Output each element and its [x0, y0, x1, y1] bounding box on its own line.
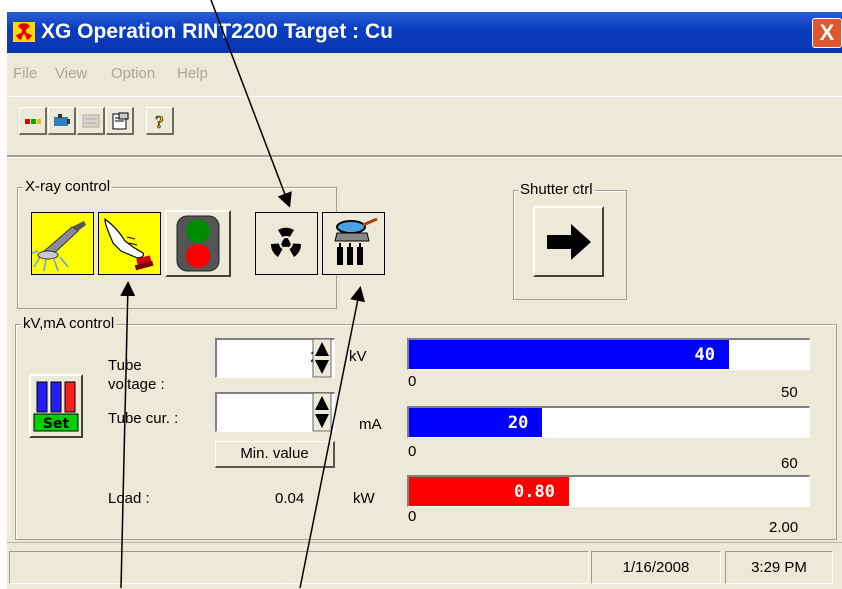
kw-bar-value: 0.80: [514, 482, 555, 502]
arrow-right-icon: [547, 224, 591, 260]
set-button[interactable]: Set: [29, 374, 83, 438]
tube-voltage-label-line2: voltage :: [108, 376, 165, 393]
close-button[interactable]: X: [812, 18, 842, 48]
help-icon: ?: [155, 112, 165, 131]
tube-voltage-label-line1: Tube: [108, 357, 142, 374]
aging-icon: [32, 221, 86, 272]
hand-on-button[interactable]: [98, 212, 161, 275]
set-icon: Set: [33, 381, 79, 432]
tube-voltage-unit: kV: [349, 348, 367, 365]
radiation-app-icon: [13, 22, 35, 42]
menu-view[interactable]: View: [55, 65, 87, 82]
radiation-icon: [270, 227, 302, 257]
ma-bar: 20: [407, 406, 810, 438]
title-bar[interactable]: XG Operation RINT2200 Target : Cu X: [7, 12, 842, 53]
connection-icon: [25, 119, 41, 124]
shutter-title: Shutter ctrl: [518, 181, 595, 198]
kw-bar-fill: 0.80: [409, 477, 569, 506]
tube-current-label: Tube cur. :: [108, 410, 179, 427]
xray-on-off-button[interactable]: [165, 210, 231, 277]
cooling-water-button[interactable]: [322, 212, 385, 275]
status-message: [9, 551, 589, 584]
status-time: 3:29 PM: [725, 551, 833, 584]
toolbar-divider: [7, 155, 842, 158]
tube-voltage-stepper[interactable]: [312, 338, 332, 378]
radiation-button[interactable]: [255, 212, 318, 275]
hand-on-icon: [104, 217, 154, 271]
traffic-light-icon: [176, 215, 220, 272]
menu-bar: File View Option Help: [7, 53, 842, 97]
status-bar: 1/16/2008 3:29 PM: [7, 542, 842, 589]
min-value-button[interactable]: Min. value: [215, 441, 335, 468]
kv-bar-value: 40: [694, 345, 715, 365]
menu-file[interactable]: File: [13, 65, 37, 82]
kv-bar-fill: 40: [409, 340, 729, 369]
menu-divider: [7, 96, 842, 97]
status-date: 1/16/2008: [591, 551, 721, 584]
kw-bar: 0.80: [407, 475, 810, 507]
help-button[interactable]: ?: [146, 107, 174, 135]
tube-current-unit: mA: [359, 416, 382, 433]
log-icon: [82, 114, 100, 128]
menu-help[interactable]: Help: [177, 65, 208, 82]
kvma-control-title: kV,mA control: [21, 315, 117, 332]
window-title: XG Operation RINT2200 Target : Cu: [41, 20, 394, 43]
xray-device-button[interactable]: [48, 107, 76, 135]
svg-text:?: ?: [155, 112, 164, 131]
kw-bar-max: 2.00: [769, 519, 799, 536]
connection-button[interactable]: [19, 107, 47, 135]
kv-bar-min: 0: [408, 373, 417, 390]
properties-icon: [112, 112, 129, 130]
ma-bar-min: 0: [408, 443, 417, 460]
kv-bar: 40: [407, 338, 810, 370]
tube-current-stepper[interactable]: [312, 392, 332, 432]
properties-button[interactable]: [106, 107, 134, 135]
menu-option[interactable]: Option: [111, 65, 155, 82]
log-button[interactable]: [77, 107, 105, 135]
kv-bar-max: 50: [781, 384, 798, 401]
shutter-button[interactable]: [533, 206, 604, 277]
ma-bar-max: 60: [781, 455, 798, 472]
svg-text:Set: Set: [43, 416, 70, 432]
load-label: Load :: [108, 490, 150, 507]
load-unit: kW: [353, 490, 375, 507]
xray-device-icon: [54, 114, 70, 126]
cooling-water-icon: [334, 217, 378, 265]
ma-bar-value: 20: [507, 413, 529, 433]
aging-button[interactable]: [31, 212, 94, 275]
xray-control-title: X-ray control: [23, 178, 113, 195]
kw-bar-min: 0: [408, 508, 417, 525]
load-value: 0.04: [275, 490, 305, 507]
application-window: XG Operation RINT2200 Target : Cu X File…: [7, 12, 842, 589]
ma-bar-fill: 20: [409, 408, 543, 437]
